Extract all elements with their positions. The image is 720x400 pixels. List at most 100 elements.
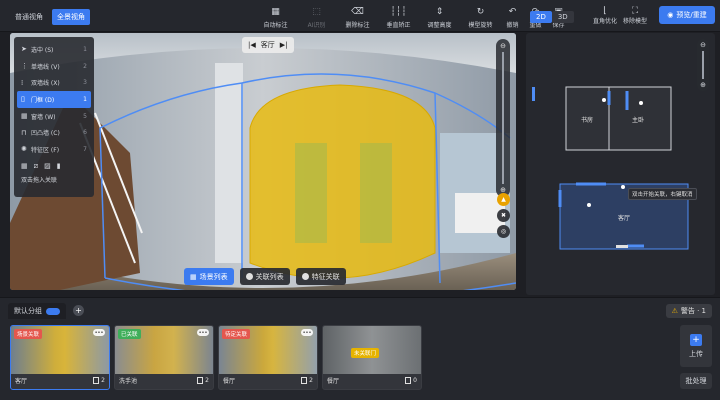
batch-process-button[interactable]: 批处理 xyxy=(680,373,712,389)
prev-room-icon[interactable]: |◀ xyxy=(248,41,256,49)
feature-dot-icon xyxy=(301,273,309,280)
drawing-tool-menu: ➤ 选中 (S) 1 ⋮ 单墙线 (V) 2 ⁞ 双墙线 (X) 3 ▯ 门框 (D) 1 ▦ 窗… xyxy=(14,37,94,197)
target-icon[interactable]: ◎ xyxy=(497,225,510,238)
association-dot-icon xyxy=(245,273,253,280)
scene-status-badge: 场景关联 xyxy=(14,329,43,339)
scene-list-icon: ▦ xyxy=(190,272,197,281)
tool-select-key: 1 xyxy=(83,45,87,53)
ai-recognize-button[interactable]: ⬚ AI识别 xyxy=(296,6,337,29)
viewer-zoom-slider[interactable]: ⊖ ⊕ xyxy=(496,39,510,197)
room-title-bar: |◀ 客厅 ▶| xyxy=(242,37,294,53)
tool-double-wall-label: 双墙线 (X) xyxy=(31,80,60,88)
zoom-track[interactable] xyxy=(502,52,504,184)
app-window: 普通视角 全景视角 ▦ 自动标注 ⬚ AI识别 ⌫ 删除标注 ┆┆┆ 垂直矫正 … xyxy=(0,0,720,400)
preview-rebuild-text: 预览/重建 xyxy=(676,11,707,19)
more-icon[interactable]: ••• xyxy=(301,329,313,336)
association-hint: 双击拖入关联 xyxy=(21,176,58,184)
warning-badge[interactable]: ⚠ 警告 · 1 xyxy=(665,304,712,318)
tab-feature-association[interactable]: 特征关联 xyxy=(295,268,346,285)
warning-text: 警告 · 1 xyxy=(680,307,706,315)
scene-caption: 餐厅 2 xyxy=(219,372,317,389)
scene-name: 餐厅 xyxy=(223,378,236,385)
map-zoom-track[interactable] xyxy=(702,51,704,79)
scene-count: 2 xyxy=(301,377,313,384)
tool-single-wall[interactable]: ⋮ 单墙线 (V) 2 xyxy=(17,58,91,75)
more-icon[interactable]: ••• xyxy=(197,329,209,336)
panorama-viewer[interactable]: |◀ 客厅 ▶| ➤ 选中 (S) 1 ⋮ 单墙线 (V) 2 ⁞ 双墙线 (X) 3 ▯ 门… xyxy=(10,33,516,290)
undo-button[interactable]: ↶ 撤销 xyxy=(501,6,524,29)
tool-window-wall[interactable]: ▦ 窗墙 (W) 5 xyxy=(17,108,91,125)
tool-select[interactable]: ➤ 选中 (S) 1 xyxy=(17,41,91,58)
room-label-living: 客厅 xyxy=(618,215,631,222)
normal-view-button[interactable]: 普通视角 xyxy=(10,9,48,25)
vertical-correct-button[interactable]: ┆┆┆ 垂直矫正 xyxy=(378,6,419,29)
door-count-icon xyxy=(93,377,100,384)
map-zoom-slider[interactable]: ⊖ ⊕ xyxy=(697,39,709,91)
tab-feature-association-label: 特征关联 xyxy=(311,272,340,281)
scene-thumb[interactable]: 待定关联 ••• 餐厅 2 xyxy=(218,325,318,390)
grid-icon[interactable]: ▦ xyxy=(21,162,28,171)
ai-recognize-text: AI识别 xyxy=(307,22,326,29)
full-view-button[interactable]: 全景视角 xyxy=(52,9,90,25)
model-rotate-text: 模型旋转 xyxy=(468,22,493,29)
model-rotate-button[interactable]: ↻ 模型旋转 xyxy=(460,6,501,29)
next-room-icon[interactable]: ▶| xyxy=(280,41,288,49)
tool-door-frame[interactable]: ▯ 门框 (D) 1 xyxy=(17,91,91,108)
scene-caption: 洗手池 2 xyxy=(115,372,213,389)
concave-wall-icon: ⊓ xyxy=(21,128,27,137)
scene-count-value: 2 xyxy=(101,377,105,384)
delete-label-button[interactable]: ⌫ 删除标注 xyxy=(337,6,378,29)
tool-double-wall[interactable]: ⁞ 双墙线 (X) 3 xyxy=(17,74,91,91)
remove-model-button[interactable]: ⛶ 移除模型 xyxy=(617,6,653,25)
auto-label-text: 自动标注 xyxy=(263,22,288,29)
room-label-study: 书房 xyxy=(581,117,594,124)
undo-icon: ↶ xyxy=(508,7,517,17)
delete-icon[interactable]: ✖ xyxy=(497,209,510,222)
preview-rebuild-button[interactable]: ◉ 预览/重建 xyxy=(659,6,715,24)
tool-feature-area[interactable]: ✺ 特征区 (F) 7 xyxy=(17,141,91,158)
door-count-icon xyxy=(301,377,308,384)
scene-status-badge: 未关联门 xyxy=(351,348,380,358)
scene-thumb[interactable]: 场景关联 ••• 客厅 2 xyxy=(10,325,110,390)
plus-icon: + xyxy=(690,333,702,346)
scene-count-value: 0 xyxy=(413,377,417,384)
tool-single-wall-key: 2 xyxy=(83,62,87,70)
undo-text: 撤销 xyxy=(506,22,519,29)
floorplan-panel[interactable]: ⊖ ⊕ 书房 主卧 客厅 xyxy=(526,33,715,295)
vertical-correct-text: 垂直矫正 xyxy=(386,22,411,29)
mode-3d-button[interactable]: 3D xyxy=(551,11,574,23)
upload-button[interactable]: + 上传 xyxy=(680,325,712,367)
vertical-correct-icon: ┆┆┆ xyxy=(390,7,407,17)
scene-name: 洗手池 xyxy=(119,378,138,385)
map-zoom-in-icon[interactable]: ⊕ xyxy=(700,81,706,89)
right-angle-text: 直角优化 xyxy=(592,18,617,25)
slash-icon[interactable]: ⧄ xyxy=(34,162,38,171)
auto-label-icon: ▦ xyxy=(271,7,280,17)
more-icon[interactable]: ••• xyxy=(93,329,105,336)
add-group-button[interactable]: + xyxy=(73,305,84,316)
tab-association-list[interactable]: 关联列表 xyxy=(239,268,290,285)
scene-count: 2 xyxy=(93,377,105,384)
group-name: 默认分组 xyxy=(14,307,42,315)
scene-count: 2 xyxy=(197,377,209,384)
viewer-bottom-tabs: ▦ 场景列表 关联列表 特征关联 xyxy=(184,268,346,285)
scene-caption: 客厅 2 xyxy=(11,372,109,389)
scene-name: 客厅 xyxy=(15,378,28,385)
tool-window-wall-key: 5 xyxy=(83,112,87,120)
tool-concave-wall[interactable]: ⊓ 凹凸墙 (C) 6 xyxy=(17,124,91,141)
square-icon[interactable]: ▨ xyxy=(44,162,51,171)
edit-tools: ▦ 自动标注 ⬚ AI识别 ⌫ 删除标注 ┆┆┆ 垂直矫正 ⇕ 调整高度 ↻ 模… xyxy=(255,6,570,29)
map-zoom-out-icon[interactable]: ⊖ xyxy=(700,41,706,49)
mode-2d-button[interactable]: 2D xyxy=(530,11,552,23)
group-toggle[interactable] xyxy=(46,307,60,315)
tab-scene-list[interactable]: ▦ 场景列表 xyxy=(184,268,234,285)
trash-icon[interactable]: ▮ xyxy=(57,162,61,171)
zoom-out-icon[interactable]: ⊖ xyxy=(500,42,506,50)
group-tab[interactable]: 默认分组 xyxy=(8,303,66,319)
scene-thumb[interactable]: 未关联门 餐厅 0 xyxy=(322,325,422,390)
adjust-height-button[interactable]: ⇕ 调整高度 xyxy=(419,6,460,29)
tab-scene-list-label: 场景列表 xyxy=(199,272,228,281)
layer-toggle-icon[interactable]: ▲ xyxy=(497,193,510,206)
scene-thumb[interactable]: 已关联 ••• 洗手池 2 xyxy=(114,325,214,390)
auto-label-button[interactable]: ▦ 自动标注 xyxy=(255,6,296,29)
